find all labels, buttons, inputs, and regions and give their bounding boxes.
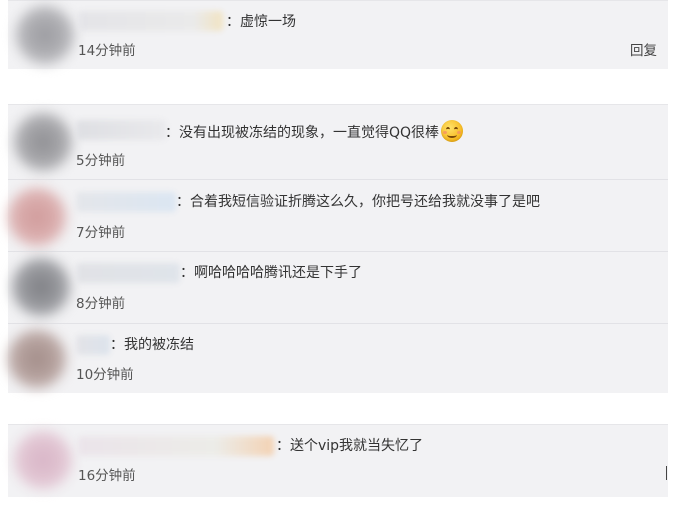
comment-text: ：送个vip我就当失忆了	[276, 438, 424, 454]
comment-time: 10分钟前	[76, 367, 134, 383]
comment-item: ：没有出现被冻结的现象，一直觉得QQ很棒 5分钟前	[8, 105, 668, 179]
username-blurred[interactable]	[78, 11, 223, 31]
avatar[interactable]	[16, 6, 74, 64]
avatar[interactable]	[8, 188, 66, 246]
comment-time: 14分钟前	[78, 43, 136, 59]
avatar[interactable]	[14, 113, 72, 171]
comment-time: 5分钟前	[76, 153, 126, 169]
comment-time: 7分钟前	[76, 225, 126, 241]
comment-item: ：送个vip我就当失忆了 16分钟前	[8, 425, 668, 497]
username-blurred[interactable]	[78, 436, 274, 456]
comment-text: ：虚惊一场	[226, 14, 296, 30]
reply-button[interactable]: 回复	[630, 42, 657, 60]
username-blurred[interactable]	[76, 263, 180, 283]
comment-item: ：合着我短信验证折腾这么久，你把号还给我就没事了是吧 7分钟前	[8, 179, 668, 252]
smile-emoji-icon	[441, 120, 464, 142]
comment-time: 8分钟前	[76, 296, 126, 312]
username-blurred[interactable]	[76, 335, 110, 355]
username-blurred[interactable]	[76, 192, 176, 212]
comment-panel-2: ：没有出现被冻结的现象，一直觉得QQ很棒 5分钟前 ：合着我短信验证折腾这么久，…	[8, 104, 668, 393]
avatar[interactable]	[14, 431, 72, 489]
comment-panel-1: ：虚惊一场 14分钟前 回复	[8, 0, 668, 69]
comment-item: ：啊哈哈哈哈腾讯还是下手了 8分钟前	[8, 251, 668, 324]
comment-text: ：我的被冻结	[110, 337, 194, 353]
comment-text: ：合着我短信验证折腾这么久，你把号还给我就没事了是吧	[176, 194, 540, 210]
avatar[interactable]	[12, 258, 70, 316]
reply-button-partial[interactable]	[666, 466, 667, 480]
comment-time: 16分钟前	[78, 468, 136, 484]
comment-text-content: ：没有出现被冻结的现象，一直觉得QQ很棒	[165, 125, 440, 141]
avatar[interactable]	[8, 330, 66, 388]
comment-text: ：啊哈哈哈哈腾讯还是下手了	[180, 265, 362, 281]
comment-item: ：我的被冻结 10分钟前	[8, 323, 668, 394]
comment-panel-3: ：送个vip我就当失忆了 16分钟前	[8, 424, 668, 497]
comment-item: ：虚惊一场 14分钟前 回复	[8, 1, 668, 69]
comment-text: ：没有出现被冻结的现象，一直觉得QQ很棒	[165, 120, 464, 143]
username-blurred[interactable]	[76, 120, 166, 140]
